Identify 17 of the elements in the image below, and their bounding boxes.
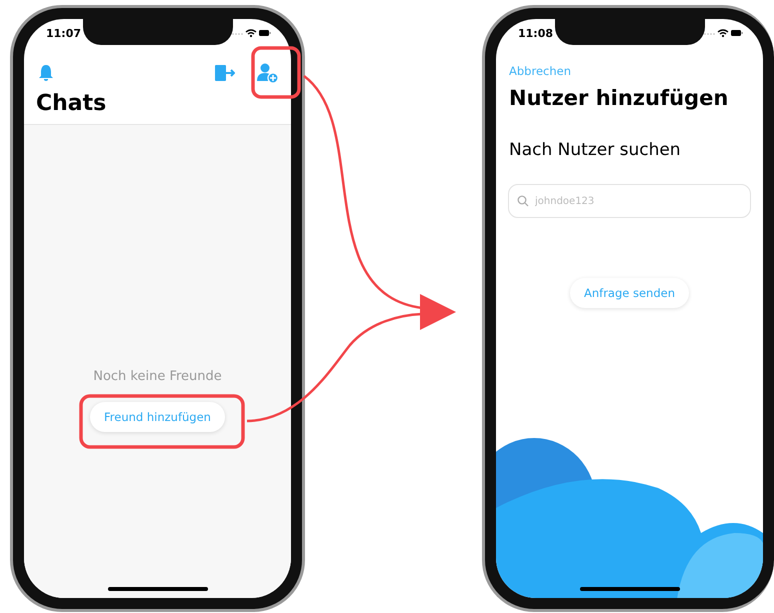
screen-title: Chats: [35, 90, 108, 118]
logout-icon[interactable]: [215, 65, 235, 81]
screen-title: Nutzer hinzufügen: [508, 85, 730, 110]
add-user-icon[interactable]: [257, 62, 279, 84]
status-icons: [703, 28, 743, 38]
status-icons: [231, 28, 271, 38]
search-field[interactable]: johndoe123: [508, 184, 751, 218]
section-heading: Nach Nutzer suchen: [508, 139, 682, 160]
empty-state-text: Noch keine Freunde: [93, 369, 222, 384]
add-friend-button[interactable]: Freund hinzufügen: [90, 402, 225, 432]
cancel-link[interactable]: Abbrechen: [496, 47, 584, 78]
status-time: 11:08: [518, 26, 554, 40]
status-time: 11:07: [46, 26, 82, 40]
search-icon: [517, 195, 529, 207]
send-request-button[interactable]: Anfrage senden: [570, 278, 690, 308]
bell-icon[interactable]: [38, 64, 54, 82]
highlight-box: [251, 46, 301, 99]
